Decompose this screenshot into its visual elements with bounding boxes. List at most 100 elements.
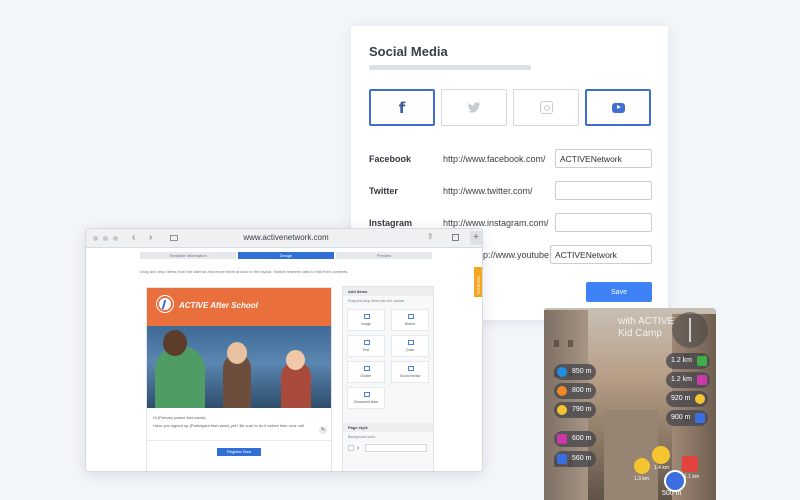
camera-icon (557, 434, 567, 444)
facebook-icon: f (398, 98, 406, 117)
item-text[interactable]: Text (347, 335, 385, 357)
background-color-input[interactable] (365, 444, 427, 452)
instagram-handle-input[interactable] (555, 213, 652, 232)
wizard-steps: Template Information Design Preview (140, 252, 432, 259)
address-bar[interactable]: www.activenetwork.com (206, 233, 366, 242)
photo-child-right-head (286, 350, 305, 370)
item-code-label: Code (405, 348, 415, 352)
register-now-button[interactable]: Register Now (217, 448, 261, 456)
instagram-url-prefix: http://www.instagram.com/ (443, 218, 549, 228)
item-button[interactable]: Button (391, 309, 429, 331)
poi-distance: 1.2 km (671, 357, 693, 364)
poi-pill-left-1[interactable]: 850 m (554, 364, 597, 380)
facebook-handle-input[interactable] (555, 149, 652, 168)
image-icon (364, 314, 370, 319)
email-divider (147, 440, 331, 441)
poi-pill-left-2[interactable]: 800 m (554, 383, 597, 399)
poi-marker-leaf-icon[interactable] (634, 458, 650, 474)
back-arrow-icon[interactable]: ‹ (132, 232, 135, 243)
poi-distance: 600 m (572, 435, 592, 442)
twitter-tile[interactable] (441, 89, 507, 126)
email-canvas: ACTIVE After School Hi {Primary parent f… (146, 287, 332, 471)
drop-icon (557, 367, 567, 377)
item-divider-label: Divider (360, 374, 372, 378)
intro-text: Drag and drop items from the sidebar and… (140, 269, 349, 274)
background-color-swatch[interactable] (348, 445, 354, 451)
item-text-label: Text (362, 348, 370, 352)
code-icon (408, 340, 414, 345)
poi-distance: 800 m (572, 387, 592, 394)
youtube-tile[interactable] (585, 89, 651, 126)
feedback-tab[interactable]: Feedback (474, 267, 482, 297)
ar-title: with ACTIVE Kid Camp (618, 316, 674, 340)
item-code[interactable]: Code (391, 335, 429, 357)
save-button[interactable]: Save (586, 282, 652, 302)
divider-icon (364, 366, 370, 371)
title-underline (369, 65, 531, 70)
facebook-url-prefix: http://www.facebook.com/ (443, 154, 546, 164)
email-body-text[interactable]: Hi {Primary parent first name}, Have you… (153, 414, 304, 430)
twitter-label: Twitter (369, 186, 398, 196)
active-logo-icon (157, 296, 173, 312)
browser-toolbar: ‹ › www.activenetwork.com ⇪ + (86, 229, 482, 248)
hiking-icon (557, 454, 567, 464)
feedback-label: Feedback (476, 276, 482, 295)
step-design[interactable]: Design (238, 252, 334, 259)
instagram-icon (539, 101, 553, 114)
social-media-icon (408, 366, 414, 371)
step-preview[interactable]: Preview (336, 252, 432, 259)
item-document-links[interactable]: Document links (347, 387, 385, 409)
poi-pill-right-3[interactable]: 920 m (666, 391, 709, 407)
poi-marker-firstaid-icon[interactable] (682, 456, 698, 472)
button-icon (408, 314, 414, 319)
share-icon[interactable]: ⇪ (427, 232, 434, 241)
background-color-label: Background color (348, 435, 376, 439)
document-links-icon (364, 392, 370, 397)
item-social-media[interactable]: Social media (391, 361, 429, 383)
hiking-icon (695, 413, 706, 423)
tabs-overview-icon[interactable] (452, 234, 459, 241)
poi-pill-right-4[interactable]: 900 m (666, 410, 709, 426)
poi-mini-distance: 1.4 km (654, 465, 670, 471)
email-header-title: ACTIVE After School (179, 301, 258, 310)
poi-distance: 850 m (572, 368, 592, 375)
building-center (604, 410, 658, 500)
star-icon (557, 405, 567, 415)
panel-title: Social Media (369, 44, 448, 59)
hero-photo[interactable] (147, 326, 331, 408)
step-template-information[interactable]: Template Information (140, 252, 236, 259)
item-divider[interactable]: Divider (347, 361, 385, 383)
text-icon (364, 340, 370, 345)
poi-pill-left-3[interactable]: 790 m (554, 402, 597, 418)
poi-pill-left-4[interactable]: 600 m (554, 431, 597, 447)
window-minimize-dot[interactable] (103, 236, 108, 241)
poi-distance: 790 m (572, 406, 592, 413)
edit-pencil-icon[interactable]: ✎ (319, 426, 327, 434)
facebook-tile[interactable]: f (369, 89, 435, 126)
email-greeting: Hi {Primary parent first name}, (153, 415, 207, 420)
email-header[interactable]: ACTIVE After School (147, 288, 331, 326)
item-social-media-label: Social media (399, 374, 421, 378)
compass-icon[interactable] (672, 312, 708, 348)
builder-sidebar: Add items Drag and drop items into the c… (342, 286, 434, 471)
ar-title-line2: Kid Camp (618, 328, 662, 339)
new-tab-button[interactable]: + (470, 231, 482, 245)
item-image[interactable]: Image (347, 309, 385, 331)
youtube-handle-input[interactable] (550, 245, 652, 264)
twitter-handle-input[interactable] (555, 181, 652, 200)
hex-hash-symbol: # (357, 445, 360, 450)
poi-pill-left-5[interactable]: 560 m (554, 451, 597, 467)
window-zoom-dot[interactable] (113, 236, 118, 241)
poi-distance: 560 m (572, 455, 592, 462)
poi-distance: 920 m (671, 395, 691, 402)
sidebar-toggle-icon[interactable] (170, 235, 178, 241)
poi-marker-hiking-icon[interactable] (664, 470, 686, 492)
poi-pill-right-1[interactable]: 1.2 km (666, 353, 711, 369)
poi-pill-right-2[interactable]: 1.2 km (666, 372, 711, 388)
item-button-label: Button (404, 322, 416, 326)
youtube-icon (611, 102, 625, 113)
window-close-dot[interactable] (93, 236, 98, 241)
forward-arrow-icon[interactable]: › (149, 232, 152, 243)
poi-marker-star-icon[interactable] (652, 446, 670, 464)
instagram-tile[interactable] (513, 89, 579, 126)
